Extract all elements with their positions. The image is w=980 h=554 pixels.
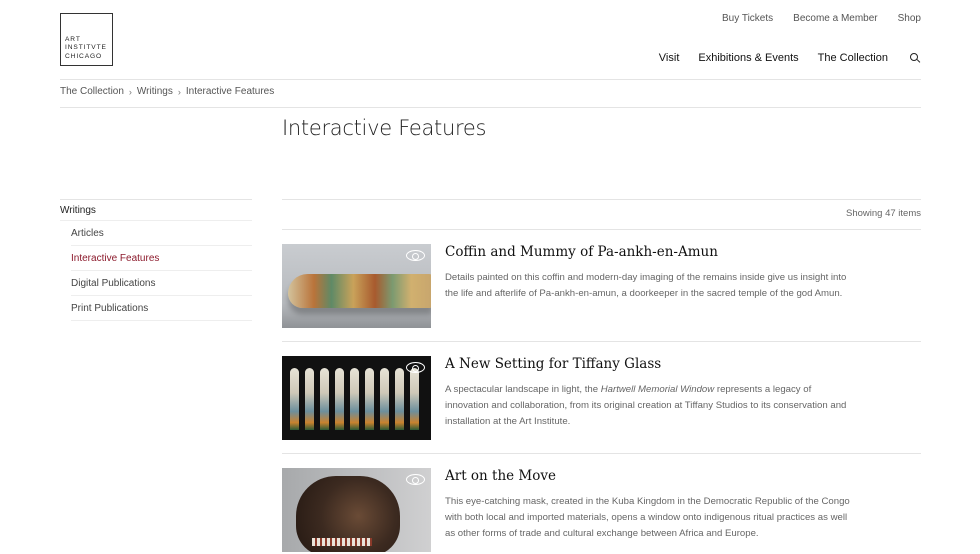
breadcrumb-collection[interactable]: The Collection (60, 86, 124, 97)
coffin-thumbnail[interactable] (282, 244, 431, 328)
tiffany-thumbnail[interactable] (282, 356, 431, 440)
breadcrumb-divider (60, 107, 921, 108)
logo-text: ART INSTITVTE CHICAGO (65, 35, 107, 60)
main-nav: Visit Exhibitions & Events The Collectio… (659, 52, 921, 64)
become-member-link[interactable]: Become a Member (793, 13, 877, 24)
sidebar-item-articles[interactable]: Articles (71, 221, 252, 246)
card-description: A spectacular landscape in light, the Ha… (445, 382, 855, 430)
card-title[interactable]: A New Setting for Tiffany Glass (445, 356, 661, 372)
nav-exhibitions-events[interactable]: Exhibitions & Events (698, 52, 798, 64)
window-pane (365, 368, 374, 430)
window-pane (335, 368, 344, 430)
results-count: Showing 47 items (846, 208, 921, 219)
search-icon[interactable] (909, 52, 921, 64)
list-item: Coffin and Mummy of Pa-ankh-en-Amun Deta… (282, 230, 921, 342)
card-title[interactable]: Art on the Move (445, 468, 556, 484)
card-description: Details painted on this coffin and moder… (445, 272, 847, 299)
buy-tickets-link[interactable]: Buy Tickets (722, 13, 773, 24)
coffin-image (288, 274, 431, 308)
shop-link[interactable]: Shop (898, 13, 921, 24)
window-pane (305, 368, 314, 430)
utility-nav: Buy Tickets Become a Member Shop (722, 13, 921, 24)
chevron-right-icon: › (177, 86, 181, 97)
aic-logo[interactable]: ART INSTITVTE CHICAGO (60, 13, 113, 66)
breadcrumb-writings[interactable]: Writings (137, 86, 173, 97)
window-pane (410, 368, 419, 430)
header-divider (60, 79, 921, 80)
window-pane (320, 368, 329, 430)
sidebar-item-digital-publications[interactable]: Digital Publications (71, 271, 252, 296)
list-item: Art on the Move This eye-catching mask, … (282, 454, 921, 554)
mask-beads (312, 538, 372, 546)
desc-artwork-title: Hartwell Memorial Window (600, 384, 715, 395)
nav-visit[interactable]: Visit (659, 52, 680, 64)
desc-text: A spectacular landscape in light, the (445, 384, 601, 395)
card-title[interactable]: Coffin and Mummy of Pa-ankh-en-Amun (445, 244, 718, 260)
breadcrumb-current[interactable]: Interactive Features (186, 86, 274, 97)
eye-icon (406, 474, 425, 485)
sidebar-item-print-publications[interactable]: Print Publications (71, 296, 252, 321)
list-item: A New Setting for Tiffany Glass A specta… (282, 342, 921, 454)
card-description: This eye-catching mask, created in the K… (445, 496, 850, 539)
window-pane (395, 368, 404, 430)
page-title: Interactive Features (282, 116, 487, 140)
eye-icon (406, 362, 425, 373)
sidebar-item-interactive-features[interactable]: Interactive Features (71, 246, 252, 271)
eye-icon (406, 250, 425, 261)
chevron-right-icon: › (128, 86, 132, 97)
window-pane (290, 368, 299, 430)
window-pane (380, 368, 389, 430)
window-pane (350, 368, 359, 430)
mask-thumbnail[interactable] (282, 468, 431, 552)
sidebar-heading[interactable]: Writings (60, 199, 252, 221)
breadcrumb: The Collection › Writings › Interactive … (60, 86, 274, 97)
results-divider-top (282, 199, 921, 200)
sidebar: Writings Articles Interactive Features D… (60, 199, 252, 321)
nav-the-collection[interactable]: The Collection (818, 52, 888, 64)
